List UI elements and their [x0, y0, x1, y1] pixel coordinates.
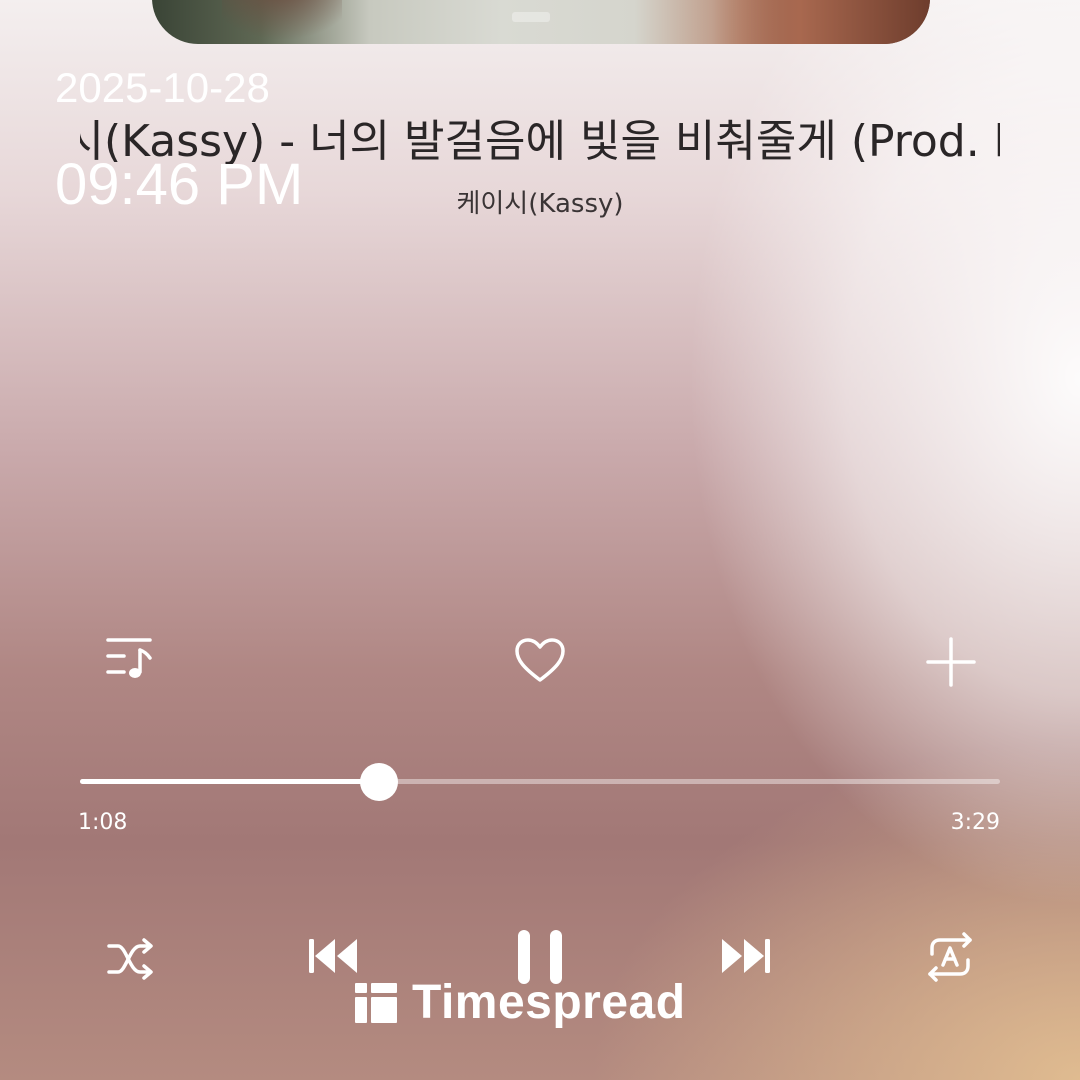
total-duration: 3:29	[950, 810, 1000, 835]
progress-fill	[80, 779, 379, 784]
plus-icon[interactable]	[925, 636, 977, 688]
playlist-music-icon[interactable]	[104, 636, 156, 682]
album-art-mark	[512, 12, 550, 22]
album-art	[152, 0, 930, 44]
progress-thumb[interactable]	[360, 763, 398, 801]
heart-outline-icon[interactable]	[514, 638, 566, 684]
album-art-shade-right	[712, 0, 930, 44]
skip-previous-icon[interactable]	[307, 936, 359, 976]
album-art-shade-left	[222, 0, 342, 44]
elapsed-time: 1:08	[78, 810, 128, 835]
repeat-a-icon[interactable]	[924, 932, 976, 982]
watermark-text: Timespread	[412, 976, 686, 1029]
timespread-logo-icon	[355, 983, 397, 1023]
progress-bar[interactable]	[80, 763, 1000, 801]
skip-next-icon[interactable]	[720, 936, 772, 976]
watermark: Timespread	[354, 975, 686, 1031]
overlay-time: 09:46 PM	[55, 152, 304, 217]
shuffle-icon[interactable]	[106, 938, 156, 980]
overlay-date: 2025-10-28	[55, 64, 270, 111]
